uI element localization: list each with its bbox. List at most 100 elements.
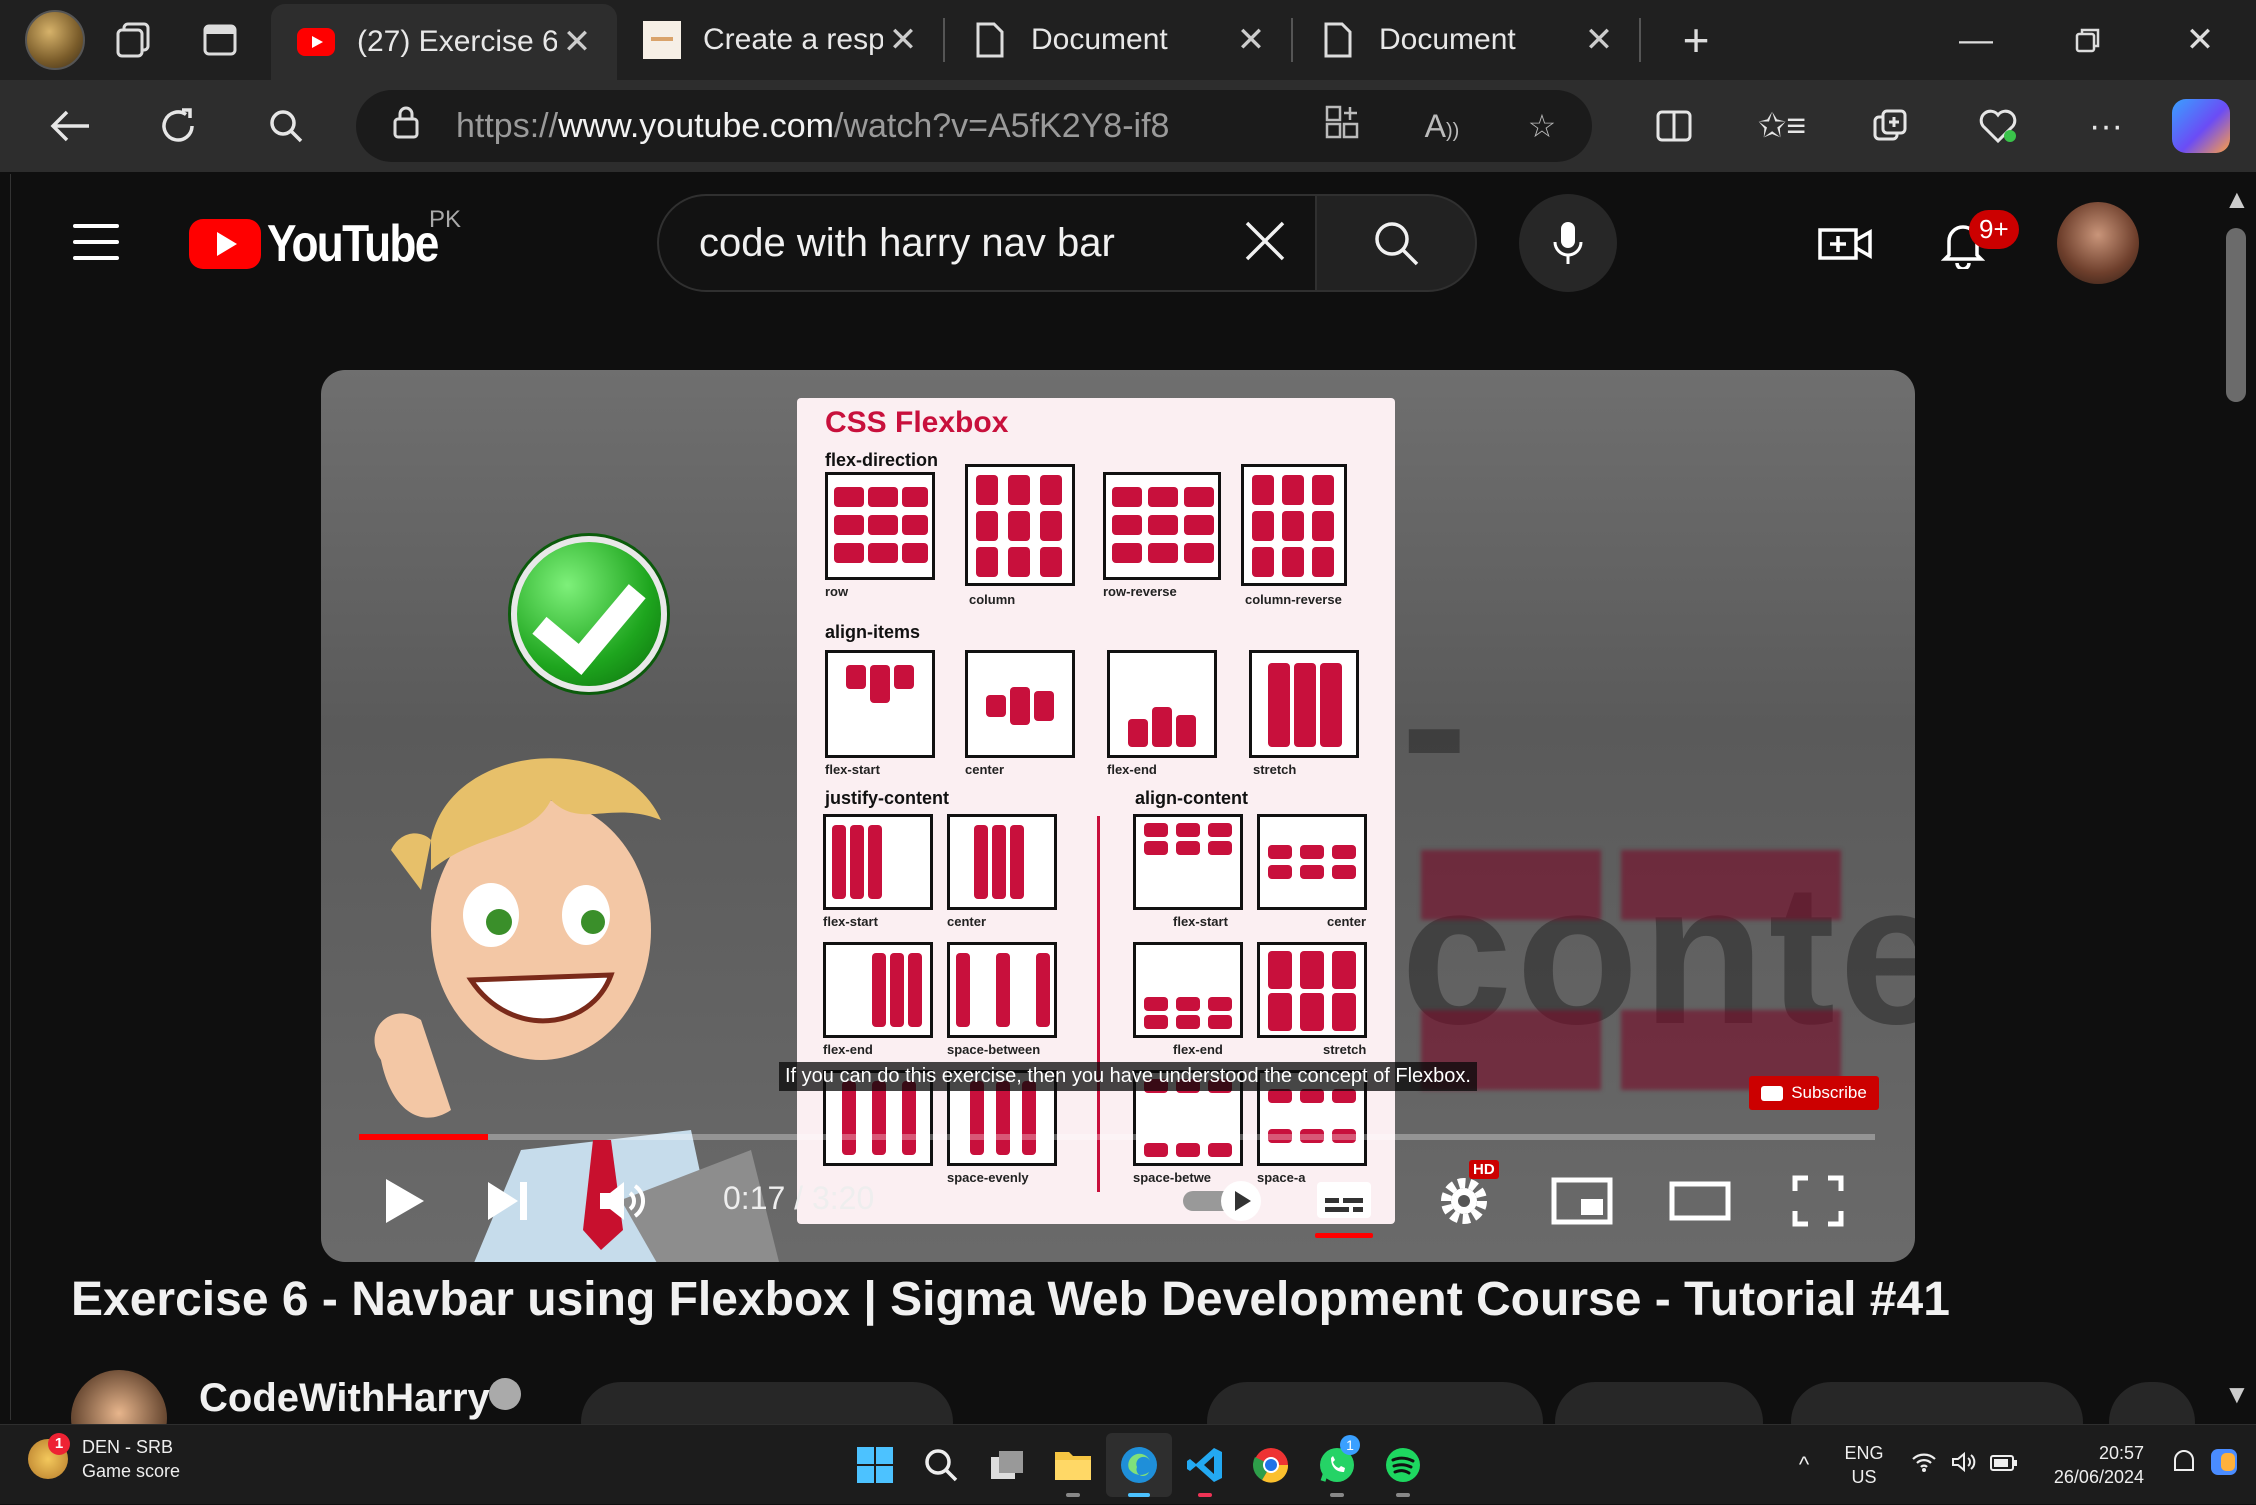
youtube-logo[interactable]: YouTube PK (189, 206, 468, 274)
volume-tray-icon[interactable] (1944, 1451, 1984, 1479)
copilot-icon[interactable] (2172, 99, 2230, 153)
search-button[interactable] (1317, 194, 1477, 292)
search-icon[interactable] (232, 80, 340, 172)
section-align-items: align-items (825, 622, 921, 642)
copilot-taskbar-icon[interactable] (2204, 1447, 2244, 1483)
notifications-button[interactable]: 9+ (1923, 204, 2019, 284)
close-tab-icon[interactable]: ✕ (1231, 20, 1271, 60)
section-align-content: align-content (1135, 788, 1248, 808)
channel-row: CodeWithHarry (71, 1370, 2211, 1430)
miniplayer-icon[interactable] (1537, 1156, 1627, 1246)
close-window-icon[interactable]: ✕ (2144, 0, 2256, 80)
video-progress-bar[interactable] (359, 1134, 1875, 1140)
clear-search-icon[interactable] (1215, 211, 1315, 276)
subtitles-icon[interactable] (1299, 1156, 1389, 1246)
channel-name[interactable]: CodeWithHarry (199, 1376, 490, 1421)
favorite-star-icon[interactable]: ☆ (1492, 107, 1592, 145)
user-avatar[interactable] (2057, 202, 2139, 284)
video-subscribe-watermark[interactable]: Subscribe (1749, 1076, 1879, 1110)
blurred-background-block (1421, 850, 1601, 920)
browser-essentials-icon[interactable] (1944, 80, 2052, 172)
refresh-icon[interactable] (124, 80, 232, 172)
video-player[interactable]: -conte CSS Flexbox flex-direction row co… (321, 370, 1915, 1262)
subscribed-button[interactable] (581, 1382, 953, 1430)
battery-icon[interactable] (1984, 1452, 2024, 1478)
caption: flex-start (1173, 914, 1228, 929)
download-button[interactable] (1791, 1382, 2083, 1430)
new-tab-button[interactable]: + (1641, 13, 1751, 67)
theater-mode-icon[interactable] (1655, 1156, 1745, 1246)
diagram-ac-flex-end (1133, 942, 1243, 1038)
widgets-button[interactable]: 1 DEN - SRB Game score (28, 1433, 181, 1483)
caption: row (825, 584, 849, 599)
app-available-icon[interactable] (1292, 104, 1392, 148)
file-explorer-icon[interactable] (1040, 1433, 1106, 1497)
spotify-icon[interactable] (1370, 1433, 1436, 1497)
caption: stretch (1323, 1042, 1367, 1057)
scroll-up-icon[interactable]: ▲ (2224, 184, 2250, 215)
show-hidden-icons-icon[interactable]: ^ (1784, 1452, 1824, 1478)
voice-search-button[interactable] (1519, 194, 1617, 292)
widget-subtitle: Game score (82, 1461, 181, 1481)
tab-title: Document (1379, 23, 1516, 56)
browser-profile-avatar[interactable] (25, 10, 85, 70)
start-icon[interactable] (842, 1433, 908, 1497)
youtube-header: YouTube PK code with harry nav bar 9+ (11, 174, 2217, 314)
youtube-play-logo-icon (189, 219, 261, 269)
split-screen-icon[interactable] (1620, 80, 1728, 172)
tab-title: (27) Exercise 6 (357, 25, 557, 58)
scroll-down-icon[interactable]: ▼ (2224, 1379, 2250, 1410)
taskbar-search-icon[interactable] (908, 1433, 974, 1497)
settings-icon[interactable]: HD (1419, 1156, 1509, 1246)
autoplay-toggle[interactable] (1173, 1156, 1273, 1246)
section-flex-direction: flex-direction (825, 450, 939, 470)
close-tab-icon[interactable]: ✕ (883, 20, 923, 60)
more-options-icon[interactable]: ··· (2052, 80, 2160, 172)
workspaces-icon[interactable] (85, 0, 183, 80)
share-button[interactable] (1555, 1382, 1763, 1430)
search-box[interactable]: code with harry nav bar (657, 194, 1317, 292)
fullscreen-icon[interactable] (1773, 1156, 1863, 1246)
task-view-icon[interactable] (974, 1433, 1040, 1497)
edge-icon[interactable] (1106, 1433, 1172, 1497)
diagram-row-reverse (1103, 472, 1221, 580)
caption: flex-end (1173, 1042, 1223, 1057)
scrollbar-thumb[interactable] (2226, 228, 2246, 402)
lock-icon[interactable] (356, 105, 456, 147)
close-tab-icon[interactable]: ✕ (557, 22, 597, 62)
create-video-button[interactable] (1805, 204, 1885, 284)
tab-document-1[interactable]: Document ✕ (945, 0, 1291, 80)
address-bar[interactable]: https://www.youtube.com/watch?v=A5fK2Y8-… (356, 90, 1592, 162)
read-aloud-icon[interactable]: A)) (1392, 108, 1492, 145)
wifi-icon[interactable] (1904, 1451, 1944, 1479)
page-scrollbar[interactable]: ▲ ▼ (2216, 174, 2256, 1420)
tab-document-2[interactable]: Document ✕ (1293, 0, 1639, 80)
tab-youtube[interactable]: (27) Exercise 6 ✕ (271, 4, 617, 80)
whatsapp-icon[interactable]: 1 (1304, 1433, 1370, 1497)
clock[interactable]: 20:57 26/06/2024 (2024, 1441, 2144, 1489)
chrome-icon[interactable] (1238, 1433, 1304, 1497)
next-video-icon[interactable] (463, 1156, 553, 1246)
channel-avatar[interactable] (71, 1370, 167, 1430)
vertical-tabs-icon[interactable] (183, 0, 257, 80)
vscode-icon[interactable] (1172, 1433, 1238, 1497)
favorites-icon[interactable]: ✩≡ (1728, 80, 1836, 172)
like-dislike-button[interactable] (1207, 1382, 1543, 1430)
volume-icon[interactable] (577, 1156, 667, 1246)
close-tab-icon[interactable]: ✕ (1579, 20, 1619, 60)
restore-icon[interactable] (2032, 0, 2144, 80)
back-icon[interactable] (16, 80, 124, 172)
menu-icon[interactable] (73, 224, 119, 272)
minimize-icon[interactable]: — (1920, 0, 2032, 80)
collections-icon[interactable] (1836, 80, 1944, 172)
notification-center-icon[interactable] (2164, 1450, 2204, 1480)
tab-create-response[interactable]: Create a respo ✕ (617, 0, 943, 80)
video-title: Exercise 6 - Navbar using Flexbox | Sigm… (71, 1273, 1950, 1326)
play-icon[interactable] (359, 1156, 449, 1246)
tab-title: Create a respo (703, 23, 883, 56)
url-text[interactable]: https://www.youtube.com/watch?v=A5fK2Y8-… (456, 107, 1292, 146)
search-input[interactable]: code with harry nav bar (699, 221, 1215, 266)
more-actions-button[interactable] (2109, 1382, 2195, 1430)
caption: center (947, 914, 987, 929)
language-indicator[interactable]: ENG US (1824, 1441, 1904, 1489)
